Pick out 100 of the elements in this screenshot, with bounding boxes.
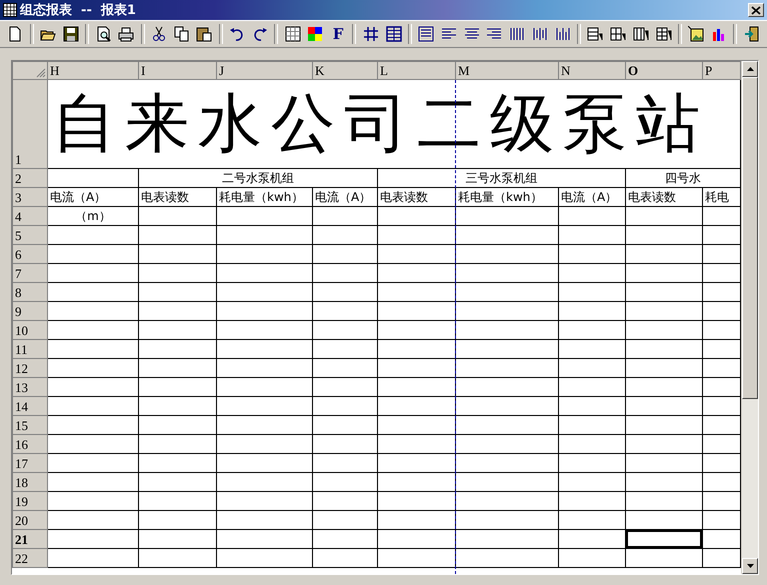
row-header[interactable]: 2 (12, 168, 48, 188)
column-header[interactable]: K (312, 62, 378, 80)
column-header[interactable]: I (138, 62, 216, 80)
table-cell: 电流（A） (48, 188, 138, 206)
up-arrow-icon (746, 67, 754, 71)
row-header[interactable]: 10 (12, 320, 48, 340)
table-cell (312, 434, 378, 454)
column-header[interactable]: H (48, 62, 138, 80)
column-header[interactable]: P (702, 62, 740, 80)
row-header[interactable]: 22 (12, 548, 48, 568)
scroll-up-button[interactable] (742, 61, 758, 77)
row-header[interactable]: 18 (12, 472, 48, 492)
scroll-thumb[interactable] (742, 77, 758, 399)
column-header[interactable]: M (456, 62, 558, 80)
table-cell (558, 358, 626, 378)
table-cell (558, 492, 626, 510)
table-cell (558, 548, 626, 568)
close-icon (751, 6, 761, 14)
group-header-cell: 二号水泵机组 (138, 168, 378, 188)
undo-icon (229, 26, 246, 42)
row-header[interactable]: 8 (12, 282, 48, 302)
table-cell (312, 416, 378, 434)
scroll-down-button[interactable] (742, 558, 758, 574)
table-cell (558, 282, 626, 302)
row-header[interactable]: 11 (12, 340, 48, 358)
insert-row-icon (587, 26, 604, 42)
row-header[interactable]: 4 (12, 206, 48, 226)
table-cell (312, 320, 378, 340)
row-header[interactable]: 20 (12, 510, 48, 530)
table-cell (312, 264, 378, 282)
row-header[interactable]: 14 (12, 396, 48, 416)
text-frame-icon (418, 26, 434, 42)
table-cell (312, 206, 378, 226)
table-cell (312, 302, 378, 320)
table-cell (558, 416, 626, 434)
table-cell (558, 302, 626, 320)
row-header[interactable]: 3 (12, 188, 48, 206)
table-cell (312, 358, 378, 378)
row-header[interactable]: 6 (12, 244, 48, 264)
row-header[interactable]: 5 (12, 226, 48, 244)
paste-icon (196, 26, 212, 42)
vertical-scrollbar[interactable] (741, 61, 758, 574)
table-cell (312, 226, 378, 244)
group-header-cell: 三号水泵机组 (378, 168, 626, 188)
table-cell (312, 510, 378, 530)
save-icon (62, 26, 79, 42)
table-cell (312, 282, 378, 302)
table-cell (558, 226, 626, 244)
table-cell (558, 320, 626, 340)
select-all-corner[interactable] (12, 62, 48, 80)
table-cell: 耗电量（kwh） (216, 188, 312, 206)
row-header[interactable]: 16 (12, 434, 48, 454)
row-header[interactable]: 7 (12, 264, 48, 282)
table-cell (312, 548, 378, 568)
row-header[interactable]: 1 (12, 80, 48, 168)
new-file-icon (7, 26, 24, 42)
window-title: 组态报表 -- 报表1 (20, 2, 137, 19)
copy-icon (174, 26, 190, 42)
column-header[interactable]: O (626, 62, 702, 80)
table-cell: 耗电量（kwh） (456, 188, 558, 206)
scissors-icon (150, 26, 167, 42)
report-title: 自来水公司二级泵站 (48, 80, 740, 168)
table-cell: 电流（A） (312, 188, 378, 206)
table-cell (312, 530, 378, 548)
table-cell (558, 396, 626, 416)
table-cell (312, 244, 378, 264)
row-header[interactable]: 19 (12, 492, 48, 510)
column-header[interactable]: L (378, 62, 456, 80)
table-cell: 电表读数 (626, 188, 702, 206)
vertical-align-middle-icon (532, 26, 548, 42)
delete-column-icon (656, 26, 672, 42)
table-cell (312, 492, 378, 510)
exit-door-icon (744, 26, 760, 42)
table-cell (558, 244, 626, 264)
table-cell (312, 454, 378, 472)
close-button[interactable] (748, 3, 764, 17)
row-header[interactable]: 13 (12, 378, 48, 396)
delete-row-icon (610, 26, 626, 42)
row-header[interactable]: 17 (12, 454, 48, 472)
table-cell (312, 340, 378, 358)
column-header[interactable]: J (216, 62, 312, 80)
image-icon (688, 26, 704, 42)
table-cell (558, 454, 626, 472)
table-cell (558, 264, 626, 282)
resize-grip-icon (36, 68, 46, 78)
column-header[interactable]: N (558, 62, 626, 80)
color-palette-icon (307, 26, 324, 42)
table-cell: 电表读数 (378, 188, 456, 206)
table-cell (558, 378, 626, 396)
all-borders-icon (386, 26, 402, 42)
row-header[interactable]: 12 (12, 358, 48, 378)
table-cell (312, 472, 378, 492)
table-cell (312, 396, 378, 416)
table-cell (558, 206, 626, 226)
row-header[interactable]: 9 (12, 302, 48, 320)
row-header[interactable]: 15 (12, 416, 48, 434)
redo-icon (252, 26, 268, 42)
font-button[interactable]: F (326, 23, 350, 45)
row-header[interactable]: 21 (12, 530, 48, 548)
table-cell (558, 510, 626, 530)
